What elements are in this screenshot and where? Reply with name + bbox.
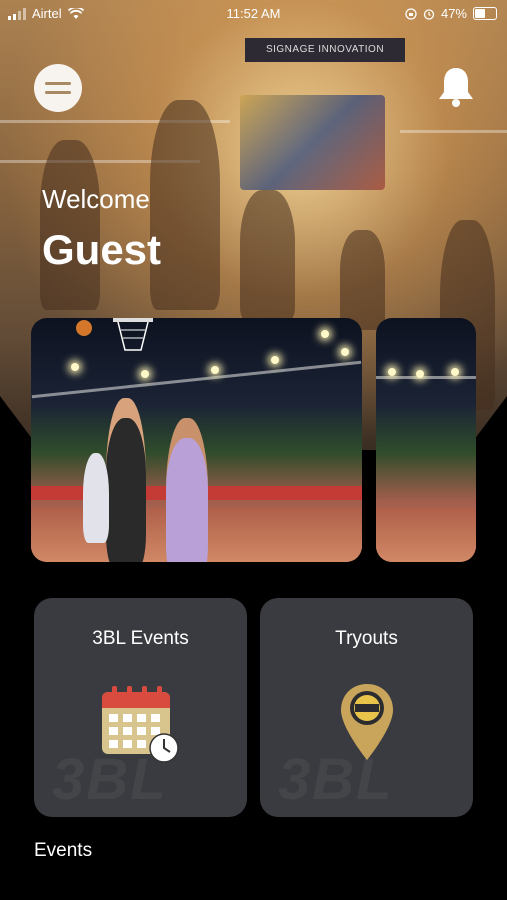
carousel-slide[interactable] [31,318,362,562]
hamburger-menu-icon [45,82,71,85]
tryouts-tile[interactable]: Tryouts 3BL [260,598,473,817]
status-bar: Airtel 11:52 AM 47% [0,0,507,28]
menu-button[interactable] [34,64,82,112]
battery-percent: 47% [440,6,467,21]
basketball [76,320,92,336]
hero-banner: SIGNAGE INNOVATION [245,38,405,62]
user-name: Guest [42,226,162,273]
crowd-figure [240,190,295,320]
events-tile[interactable]: 3BL Events 3BL [34,598,247,817]
battery-icon [473,7,497,20]
carousel-slide[interactable] [376,318,476,562]
watermark-logo: 3BL [52,747,168,812]
rotation-lock-icon [405,7,417,20]
alarm-icon [423,8,435,20]
bell-icon[interactable] [436,64,476,108]
basketball-hoop [113,318,153,351]
crowd-figure [340,230,385,330]
welcome-text: Welcome [42,184,150,214]
hamburger-menu-icon [45,91,71,94]
events-tile-label: 3BL Events [92,628,189,649]
crowd-figure [150,100,220,310]
player-figure [106,398,146,562]
mall-balcony [400,130,507,133]
tryouts-tile-label: Tryouts [335,628,398,649]
watermark-logo: 3BL [278,747,394,812]
player-figure [83,453,109,543]
player-figure [166,418,208,562]
crowd-figure [40,140,100,310]
arena-screen [240,95,385,190]
events-section-heading: Events [34,840,93,861]
